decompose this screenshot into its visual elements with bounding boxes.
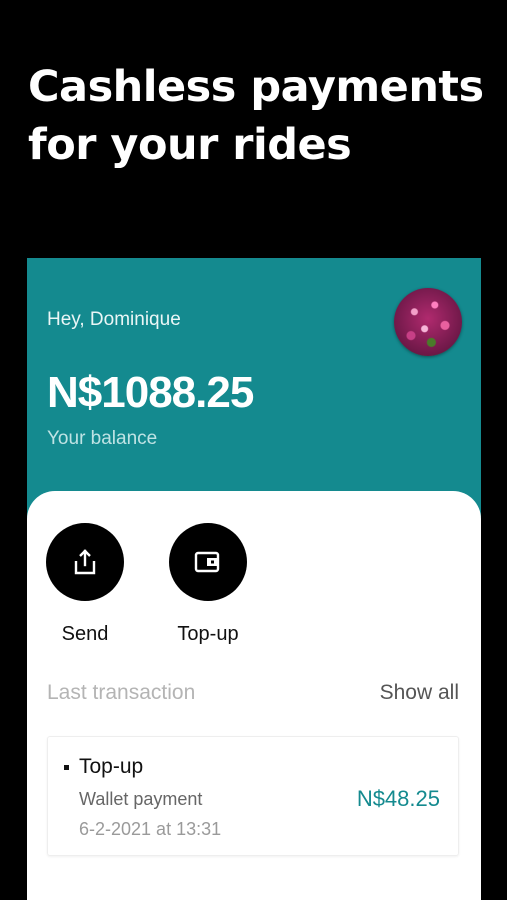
greeting-text: Hey, Dominique (47, 309, 181, 330)
transaction-date: 6-2-2021 at 13:31 (79, 819, 222, 839)
wallet-icon (194, 551, 220, 573)
wallet-sheet: Send Top-up Last transaction Show all To… (27, 491, 481, 900)
transaction-type: Top-up (79, 755, 144, 778)
send-button[interactable]: Send (35, 523, 135, 646)
headline-line-1: Cashless payments (28, 62, 484, 112)
topup-label: Top-up (177, 623, 239, 645)
transaction-amount: N$48.25 (356, 786, 440, 811)
show-all-link[interactable]: Show all (380, 681, 459, 705)
headline-line-2: for your rides (28, 120, 352, 170)
share-upload-icon (74, 549, 96, 575)
transaction-description: Wallet payment (79, 789, 203, 809)
topup-button[interactable]: Top-up (158, 523, 258, 646)
wallet-screen: Hey, Dominique N$1088.25 Your balance Se… (27, 258, 481, 900)
send-button-circle[interactable] (46, 523, 124, 601)
promo-headline: Cashless payments for your rides (28, 58, 488, 174)
transaction-card[interactable]: Top-up Wallet payment 6-2-2021 at 13:31 … (47, 736, 459, 856)
bullet-icon (64, 765, 69, 770)
avatar[interactable] (394, 288, 462, 356)
balance-amount: N$1088.25 (47, 368, 254, 417)
topup-button-circle[interactable] (169, 523, 247, 601)
balance-label: Your balance (47, 428, 158, 449)
send-label: Send (61, 623, 109, 645)
last-transaction-title: Last transaction (47, 681, 196, 704)
